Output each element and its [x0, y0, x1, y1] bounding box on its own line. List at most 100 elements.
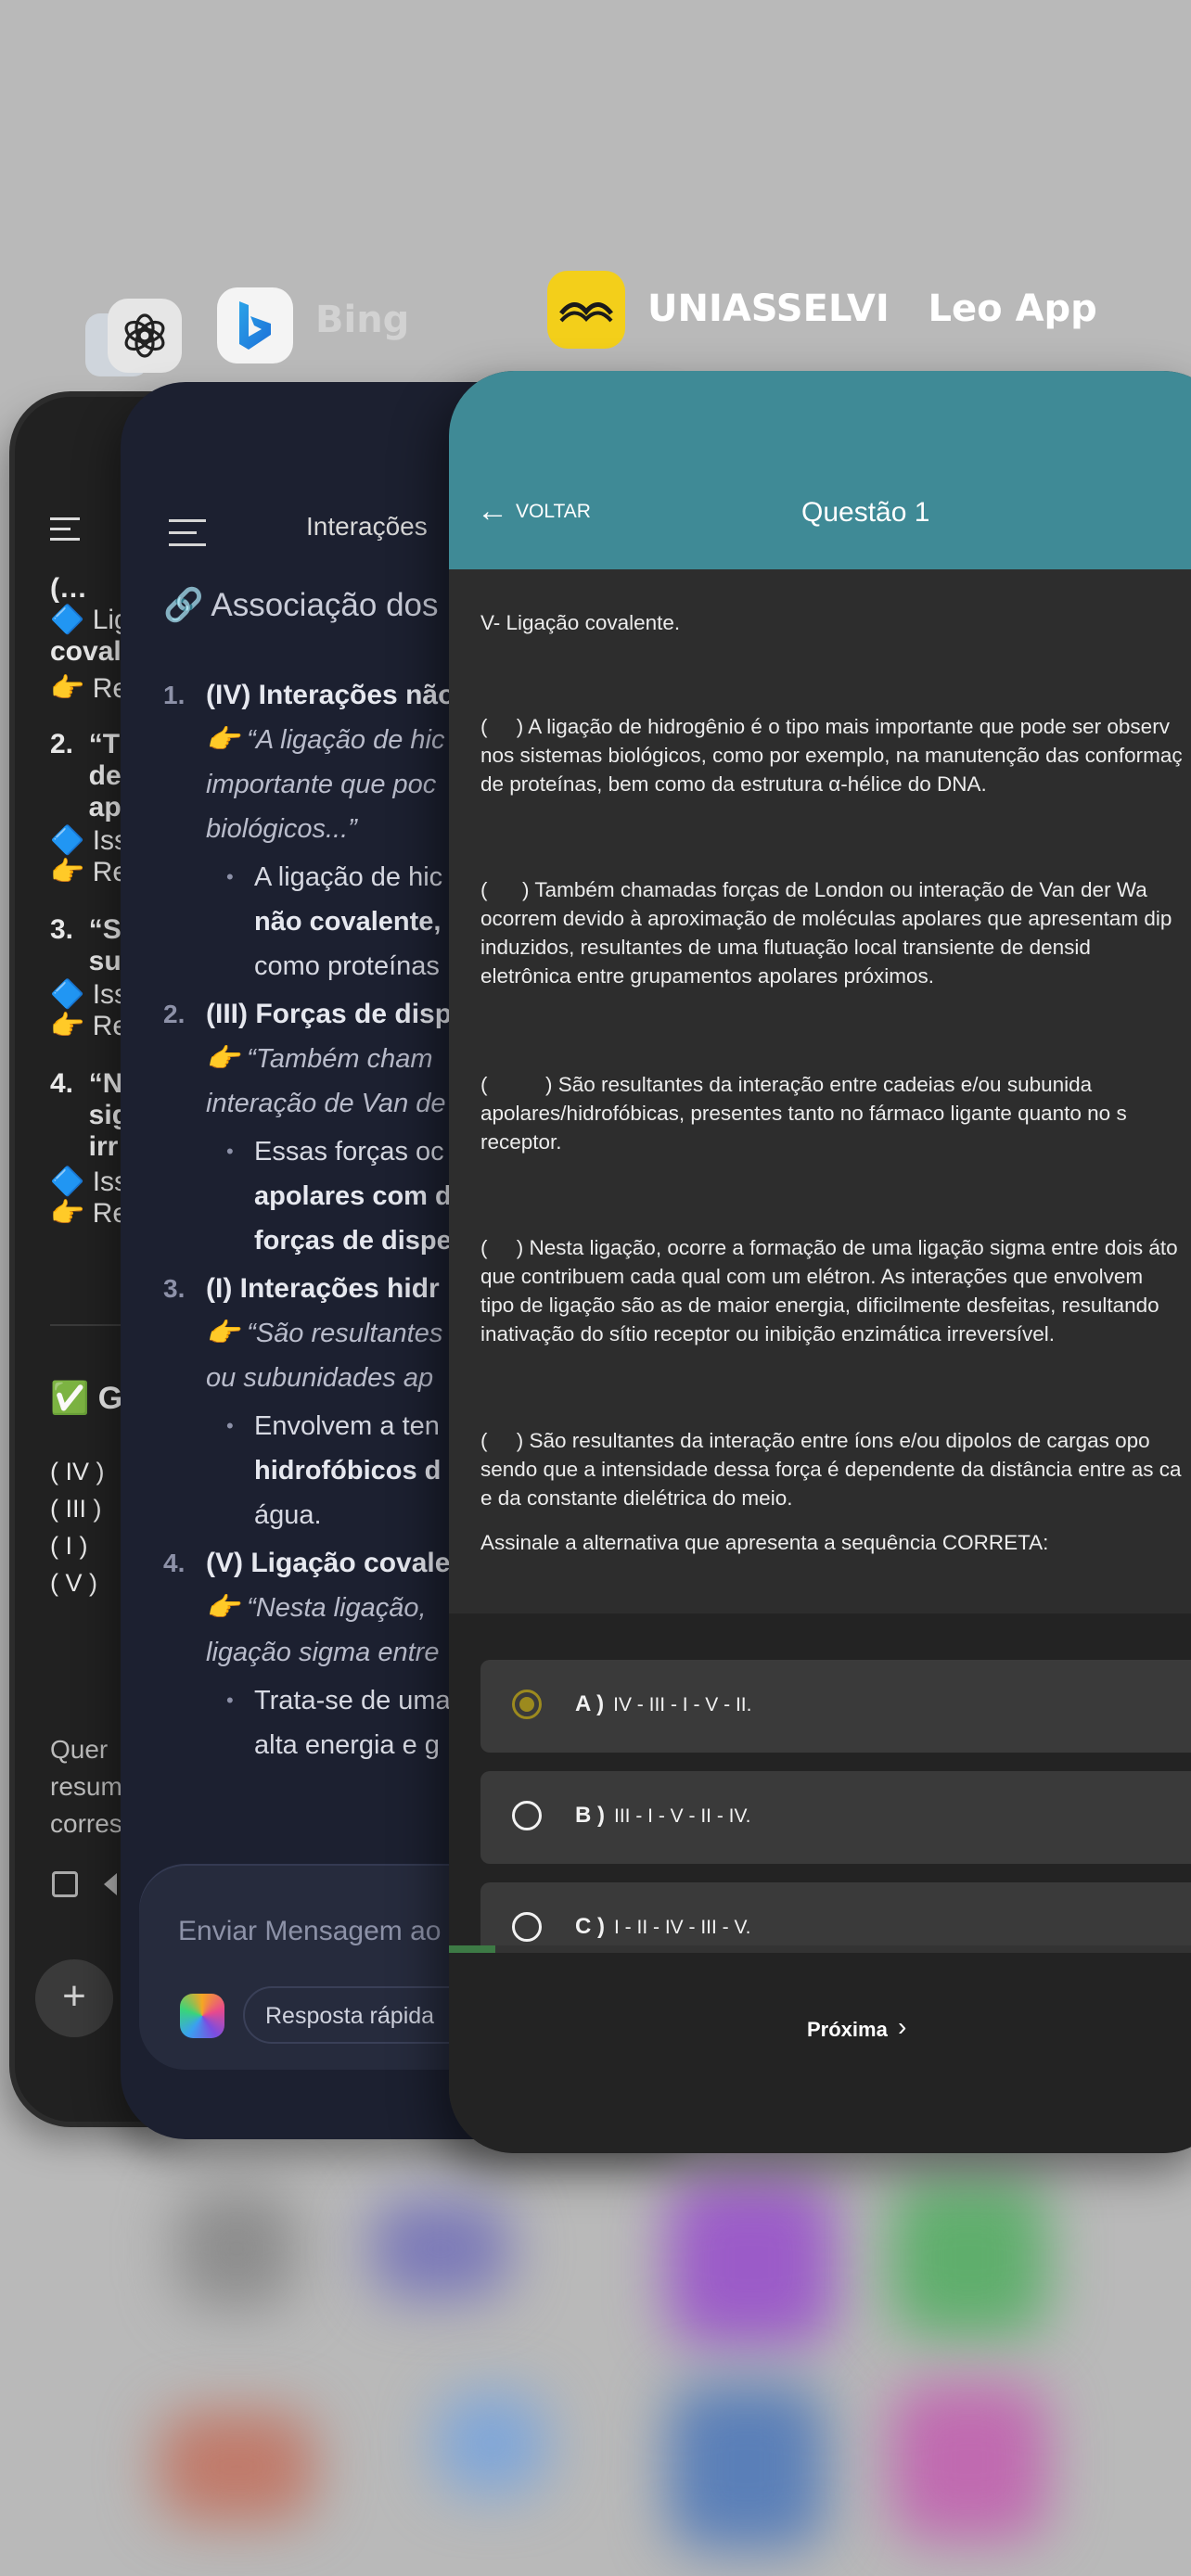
radio-button[interactable] [512, 1801, 542, 1830]
question-text: V- Ligação covalente. [480, 611, 681, 634]
next-button[interactable]: Próxima › [727, 2003, 950, 2059]
item-quote: interação de Van de [206, 1089, 446, 1118]
chat-line: sig [50, 1100, 130, 1130]
question-text: sendo que a intensidade dessa força é de… [480, 1458, 1182, 1481]
sequence-item: ( I ) [50, 1532, 88, 1560]
option-text: I - II - IV - III - V. [614, 1917, 751, 1938]
uniasselvi-book-icon [559, 302, 613, 323]
chat-line: 👉 Re [50, 673, 129, 704]
blurred-app-icon [890, 2179, 1048, 2337]
blurred-app-icon [890, 2383, 1048, 2541]
message-input[interactable]: Enviar Mensagem ao C [178, 1916, 468, 1947]
bullet-dot-icon: • [226, 865, 234, 888]
chat-line: de [50, 760, 122, 791]
conversation-title: Interações [306, 512, 428, 541]
option-label: B ) III - I - V - II - IV. [575, 1803, 750, 1829]
back-label: VOLTAR [516, 501, 591, 522]
radio-button[interactable] [512, 1690, 542, 1719]
item-bullet: apolares com d [254, 1181, 452, 1211]
question-title: Questão 1 [801, 497, 930, 528]
chat-line: 3. “S [50, 914, 122, 945]
option-letter: C ) [575, 1914, 605, 1939]
bullet-dot-icon: • [226, 1140, 234, 1163]
chatgpt-icon[interactable] [108, 299, 182, 373]
menu-icon[interactable] [50, 517, 80, 541]
blurred-app-icon [176, 2188, 297, 2309]
option-label: C ) I - II - IV - III - V. [575, 1914, 750, 1940]
item-bullet: A ligação de hic [254, 862, 443, 892]
chat-line: 🔷 Iss [50, 979, 129, 1010]
chat-line: 👉 Re [50, 1198, 129, 1229]
answer-option[interactable]: B ) III - I - V - II - IV. [480, 1771, 1191, 1864]
item-quote: 👉 “A ligação de hic [206, 725, 445, 755]
item-heading: (IV) Interações não [206, 680, 455, 710]
bullet-dot-icon: • [226, 1414, 234, 1437]
quick-reply-button[interactable]: Resposta rápida ⌄ [243, 1986, 484, 2044]
list-number: 2. [163, 1000, 186, 1028]
uniasselvi-logo-icon[interactable] [547, 271, 625, 349]
item-bullet: hidrofóbicos d [254, 1456, 442, 1486]
list-number: 4. [163, 1549, 186, 1577]
sequence-item: ( III ) [50, 1495, 102, 1523]
quick-reply-label: Resposta rápida [265, 2003, 435, 2029]
chat-line: 🔷 Lig [50, 605, 130, 635]
item-quote: 👉 “São resultantes [206, 1319, 443, 1348]
menu-icon[interactable] [169, 519, 206, 546]
list-number: 3. [163, 1274, 186, 1303]
item-bullet: Trata-se de uma [254, 1686, 451, 1715]
option-text: IV - III - I - V - II. [613, 1694, 752, 1715]
bing-icon[interactable] [217, 287, 293, 363]
item-quote: ou subunidades ap [206, 1363, 434, 1393]
question-text: ( ) São resultantes da interação entre c… [480, 1073, 1093, 1096]
section-title: 🔗 Associação dos [163, 587, 439, 623]
item-bullet: Essas forças oc [254, 1137, 444, 1167]
option-label: A ) IV - III - I - V - II. [575, 1691, 751, 1717]
item-bullet: forças de dispe [254, 1226, 452, 1256]
footer-line: resum [50, 1772, 122, 1801]
question-text: que contribuem cada qual com um elétron.… [480, 1265, 1144, 1288]
blurred-app-icon [158, 2411, 315, 2522]
question-text: ( ) A ligação de hidrogênio é o tipo mai… [480, 715, 1170, 738]
question-text: receptor. [480, 1130, 562, 1154]
chat-line: 4. “N [50, 1068, 123, 1099]
answer-option[interactable]: A ) IV - III - I - V - II. [480, 1660, 1191, 1753]
chat-line: (… [50, 573, 87, 604]
leo-app-label: UNIASSELVI Leo App [647, 287, 1097, 330]
question-text: nos sistemas biológicos, como por exempl… [480, 744, 1183, 767]
copilot-icon[interactable] [180, 1994, 224, 2038]
item-quote: importante que poc [206, 770, 437, 799]
progress-track [449, 1945, 1191, 1953]
progress-fill [449, 1945, 496, 1953]
item-quote: 👉 “Também cham [206, 1044, 433, 1074]
copy-icon[interactable] [52, 1871, 78, 1897]
bullet-dot-icon: • [226, 1689, 234, 1712]
item-bullet: como proteínas [254, 951, 440, 981]
question-text: apolares/hidrofóbicas, presentes tanto n… [480, 1102, 1127, 1125]
question-text: induzidos, resultantes de uma flutuação … [480, 936, 1091, 959]
leo-app-card[interactable]: ← VOLTAR Questão 1 V- Ligação covalente.… [449, 371, 1191, 2153]
footer-line: corres [50, 1809, 122, 1838]
bing-logo-icon [239, 301, 271, 350]
speaker-icon[interactable] [104, 1873, 117, 1895]
chat-line: ap [50, 792, 122, 823]
radio-button[interactable] [512, 1912, 542, 1942]
chat-line: 👉 Re [50, 1011, 129, 1041]
question-text: ( ) São resultantes da interação entre í… [480, 1429, 1150, 1452]
question-text: eletrônica entre grupamentos apolares pr… [480, 964, 935, 988]
option-letter: B ) [575, 1803, 605, 1828]
item-bullet: Envolvem a ten [254, 1411, 440, 1441]
chat-line: su [50, 946, 122, 976]
footer-line: Quer [50, 1735, 109, 1764]
sequence-item: ( V ) [50, 1569, 97, 1597]
question-header: ← VOLTAR Questão 1 [449, 371, 1191, 569]
option-text: III - I - V - II - IV. [614, 1805, 751, 1827]
item-heading: (V) Ligação covale [206, 1548, 451, 1578]
option-letter: A ) [575, 1691, 605, 1716]
item-heading: (III) Forças de disp [206, 999, 453, 1029]
question-text: ocorrem devido à aproximação de molécula… [480, 907, 1172, 930]
item-bullet: alta energia e g [254, 1730, 440, 1760]
item-bullet: água. [254, 1500, 322, 1530]
add-button[interactable]: + [35, 1959, 113, 2037]
bing-app-label: Bing [315, 299, 410, 341]
blurred-app-icon [371, 2198, 510, 2300]
